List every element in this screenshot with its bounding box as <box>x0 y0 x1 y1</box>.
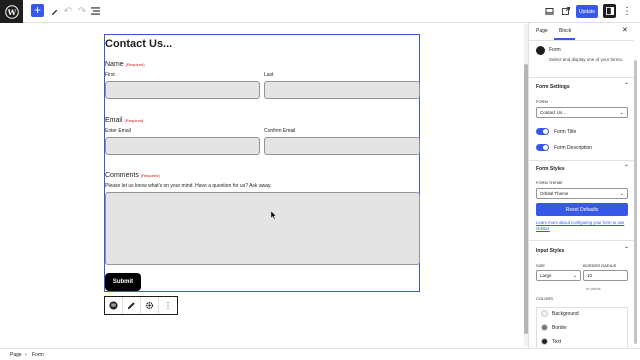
size-select-value: Large <box>540 273 552 278</box>
text-color-swatch[interactable] <box>541 338 548 345</box>
size-select[interactable]: Large ⌄ <box>536 270 581 281</box>
input-styles-heading[interactable]: Input Styles <box>536 248 564 254</box>
form-title: Contact Us... <box>105 38 173 50</box>
form-block-type-icon[interactable] <box>105 297 123 314</box>
form-block-icon <box>536 46 545 55</box>
enter-email-sublabel: Enter Email <box>105 128 131 134</box>
list-view-icon[interactable] <box>88 4 102 18</box>
text-color-label[interactable]: Text <box>552 339 561 345</box>
editor-canvas: Contact Us... Name (Required) First Last… <box>0 23 528 348</box>
learn-more-link[interactable]: Learn more about configuring your form t… <box>536 220 626 232</box>
border-radius-unit: In pixels <box>586 286 601 291</box>
more-options-icon[interactable]: ⋮ <box>159 297 177 314</box>
border-radius-label: BORDER RADIUS <box>583 263 617 268</box>
options-menu-icon[interactable]: ⋮ <box>620 4 634 18</box>
wordpress-logo-icon[interactable]: W <box>0 0 23 23</box>
submit-button[interactable]: Submit <box>105 273 141 291</box>
update-button[interactable]: Update <box>576 5 598 18</box>
border-radius-input[interactable]: 10 <box>583 270 628 281</box>
block-breadcrumb-bar: Page › Form <box>0 348 640 360</box>
breadcrumb-page[interactable]: Page <box>10 352 22 358</box>
background-color-label[interactable]: Background <box>552 311 579 317</box>
edit-tools-icon[interactable] <box>47 4 61 18</box>
breadcrumb-separator: › <box>25 352 27 358</box>
mouse-cursor-icon <box>271 211 277 220</box>
size-label: SIZE <box>536 263 545 268</box>
comments-field-label: Comments (Required) <box>105 172 160 179</box>
form-select-label: FORM <box>536 99 548 104</box>
chevron-down-icon: ⌄ <box>619 109 624 116</box>
first-name-sublabel: First <box>105 72 115 78</box>
comments-textarea[interactable] <box>105 192 420 265</box>
close-icon[interactable]: ✕ <box>622 26 628 34</box>
divider <box>529 40 634 41</box>
view-post-icon[interactable] <box>559 4 573 18</box>
last-name-sublabel: Last <box>264 72 274 78</box>
chevron-down-icon: ⌄ <box>619 190 624 197</box>
form-settings-heading[interactable]: Form Settings <box>536 84 570 90</box>
confirm-email-input[interactable] <box>264 137 420 155</box>
chevron-down-icon: ⌄ <box>572 272 577 279</box>
required-indicator: (Required) <box>125 62 145 67</box>
settings-sidebar: Page Block ✕ Form Select and display one… <box>528 23 640 348</box>
sidebar-scrollbar[interactable] <box>634 60 637 344</box>
editor-top-toolbar: W + ↶ ↷ Update ⋮ <box>0 0 640 23</box>
form-settings-gear-icon[interactable] <box>141 297 159 314</box>
email-field-label: Email (Required) <box>105 117 144 124</box>
form-title-toggle[interactable] <box>536 128 549 135</box>
svg-text:W: W <box>6 7 16 16</box>
tab-block[interactable]: Block <box>559 28 571 34</box>
divider <box>529 240 634 241</box>
form-description-toggle-label: Form Description <box>554 145 593 151</box>
chevron-up-icon[interactable]: ⌃ <box>624 246 629 253</box>
border-color-swatch[interactable] <box>541 324 548 331</box>
block-name: Form <box>549 47 561 53</box>
name-field-label: Name (Required) <box>105 61 145 68</box>
form-select[interactable]: Contact Us... ⌄ <box>536 107 628 118</box>
block-description: Select and display one of your forms. <box>549 57 624 62</box>
required-indicator: (Required) <box>140 173 160 178</box>
divider <box>529 77 634 78</box>
breadcrumb-form[interactable]: Form <box>32 352 44 358</box>
redo-icon[interactable]: ↷ <box>75 4 89 18</box>
undo-icon[interactable]: ↶ <box>61 4 75 18</box>
color-list: Background Border Text <box>536 307 628 348</box>
tab-page[interactable]: Page <box>536 28 548 34</box>
add-block-button[interactable]: + <box>31 4 44 17</box>
confirm-email-sublabel: Confirm Email <box>264 128 296 134</box>
form-description-toggle[interactable] <box>536 144 549 151</box>
background-color-swatch[interactable] <box>541 310 548 317</box>
desktop-preview-icon[interactable] <box>542 4 556 18</box>
divider <box>529 160 634 161</box>
chevron-up-icon[interactable]: ⌃ <box>624 164 629 171</box>
form-theme-value: Orbital Theme <box>540 191 569 196</box>
reset-defaults-button[interactable]: Reset Defaults <box>536 203 628 216</box>
form-block[interactable]: Contact Us... Name (Required) First Last… <box>104 34 420 292</box>
first-name-input[interactable] <box>105 81 260 99</box>
form-theme-select[interactable]: Orbital Theme ⌄ <box>536 188 628 199</box>
comments-description: Please let us know what's on your mind. … <box>105 183 272 189</box>
block-toolbar: ⋮ <box>104 296 178 315</box>
settings-sidebar-icon[interactable] <box>603 4 616 18</box>
required-indicator: (Required) <box>124 118 144 123</box>
chevron-up-icon[interactable]: ⌃ <box>624 82 629 89</box>
form-title-toggle-label: Form Title <box>554 129 577 135</box>
edit-form-icon[interactable] <box>123 297 141 314</box>
form-theme-label: FORM THEME <box>536 180 563 185</box>
form-styles-heading[interactable]: Form Styles <box>536 166 565 172</box>
border-color-label[interactable]: Border <box>552 325 567 331</box>
colors-label: COLORS <box>536 296 553 301</box>
email-input[interactable] <box>105 137 260 155</box>
border-radius-value: 10 <box>587 273 593 278</box>
form-select-value: Contact Us... <box>540 110 567 115</box>
last-name-input[interactable] <box>264 81 420 99</box>
